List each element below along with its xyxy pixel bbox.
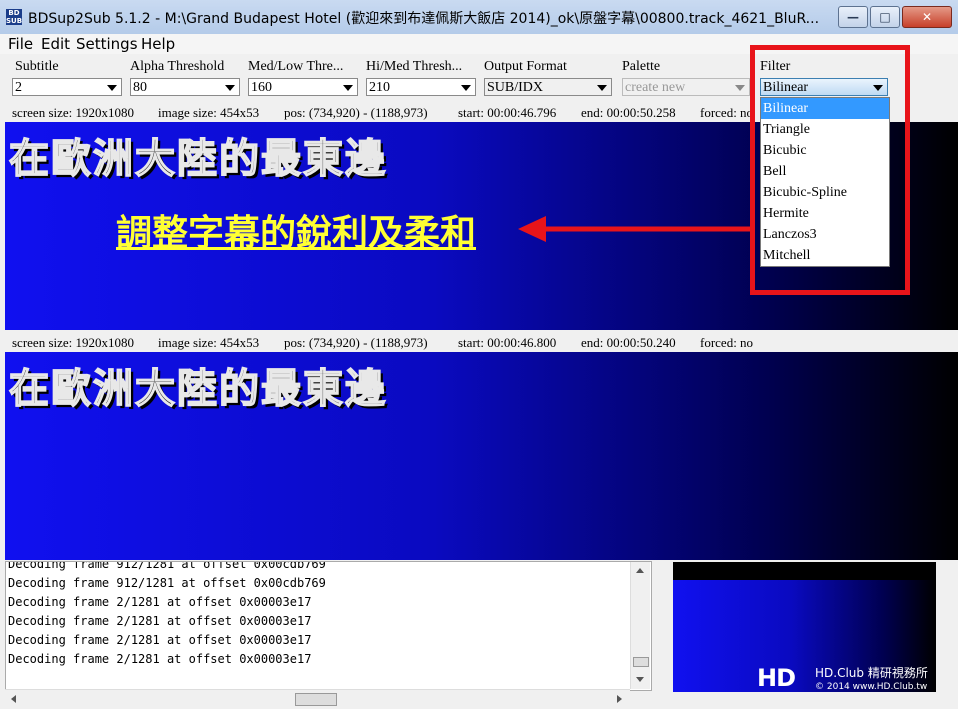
title-bar: BD SUB BDSup2Sub 5.1.2 - M:\Grand Budape… [0, 0, 958, 35]
chevron-down-icon [735, 85, 745, 91]
filter-option-mitchell[interactable]: Mitchell [761, 245, 889, 266]
palette-label: Palette [622, 59, 661, 74]
position: pos: (734,920) - (1188,973) [284, 335, 428, 350]
chevron-down-icon [461, 85, 471, 91]
palette-select[interactable]: create new [622, 78, 750, 96]
start-time: start: 00:00:46.796 [458, 105, 557, 120]
filter-option-hermite[interactable]: Hermite [761, 203, 889, 224]
output-format-select[interactable]: SUB/IDX [484, 78, 612, 96]
himed-threshold-label: Hi/Med Thresh... [366, 59, 463, 74]
filter-option-bilinear[interactable]: Bilinear [761, 98, 889, 119]
target-preview: 在歐洲大陸的最東邊 [5, 352, 958, 560]
log-line: Decoding frame 912/1281 at offset 0x00cd… [8, 561, 326, 571]
maximize-button[interactable]: □ [870, 6, 900, 28]
subtitle-select[interactable]: 2 [12, 78, 122, 96]
himed-threshold-value: 210 [369, 80, 390, 95]
watermark-copyright: © 2014 www.HD.Club.tw [815, 682, 928, 692]
scroll-thumb[interactable] [295, 693, 337, 706]
end-time: end: 00:00:50.240 [581, 335, 676, 350]
image-size: image size: 454x53 [158, 105, 260, 120]
alpha-threshold-label: Alpha Threshold [130, 59, 225, 74]
screen-size: screen size: 1920x1080 [12, 335, 135, 350]
output-format-label: Output Format [484, 59, 567, 74]
alpha-threshold-value: 80 [133, 80, 147, 95]
filter-option-triangle[interactable]: Triangle [761, 119, 889, 140]
alpha-threshold-select[interactable]: 80 [130, 78, 240, 96]
log-panel[interactable]: Decoding frame 912/1281 at offset 0x00cd… [5, 561, 652, 691]
subtitle-value: 2 [15, 80, 22, 95]
filter-option-lanczos3[interactable]: Lanczos3 [761, 224, 889, 245]
close-button[interactable]: ✕ [902, 6, 952, 28]
medlow-threshold-select[interactable]: 160 [248, 78, 358, 96]
position: pos: (734,920) - (1188,973) [284, 105, 428, 120]
image-size: image size: 454x53 [158, 335, 260, 350]
minimize-button[interactable]: — [838, 6, 868, 28]
log-horizontal-scrollbar[interactable] [5, 689, 630, 709]
close-icon: ✕ [921, 10, 933, 24]
scroll-up-icon[interactable] [636, 568, 644, 573]
himed-threshold-select[interactable]: 210 [366, 78, 476, 96]
log-vertical-scrollbar[interactable] [630, 562, 650, 689]
menu-settings[interactable]: Settings [76, 35, 138, 53]
filter-option-bell[interactable]: Bell [761, 161, 889, 182]
log-line: Decoding frame 2/1281 at offset 0x00003e… [8, 633, 312, 647]
scroll-right-icon[interactable] [617, 695, 622, 703]
medlow-threshold-value: 160 [251, 80, 272, 95]
forced-flag: forced: no [700, 105, 754, 120]
maximize-icon: □ [879, 10, 891, 24]
filter-option-bicubic-spline[interactable]: Bicubic-Spline [761, 182, 889, 203]
filter-option-bicubic[interactable]: Bicubic [761, 140, 889, 161]
annotation-arrow-icon [518, 216, 754, 242]
minimize-icon: — [847, 10, 859, 24]
log-line: Decoding frame 912/1281 at offset 0x00cd… [8, 576, 326, 590]
chevron-down-icon [343, 85, 353, 91]
log-line: Decoding frame 2/1281 at offset 0x00003e… [8, 614, 312, 628]
palette-value: create new [625, 80, 686, 95]
subtitle-label: Subtitle [15, 59, 59, 74]
app-icon: BD SUB [6, 9, 23, 25]
menu-help[interactable]: Help [141, 35, 175, 53]
subtitle-image-target: 在歐洲大陸的最東邊 [8, 364, 387, 413]
screen-size: screen size: 1920x1080 [12, 105, 135, 120]
window-title: BDSup2Sub 5.1.2 - M:\Grand Budapest Hote… [28, 11, 820, 27]
subtitle-image-source: 在歐洲大陸的最東邊 [8, 134, 387, 183]
chevron-down-icon [597, 85, 607, 91]
watermark-logo: HD [757, 664, 796, 692]
medlow-threshold-label: Med/Low Thre... [248, 59, 344, 74]
annotation-text: 調整字幕的銳利及柔和 [116, 213, 477, 254]
menu-file[interactable]: File [8, 35, 33, 53]
chevron-down-icon [225, 85, 235, 91]
info-row-target: screen size: 1920x1080 image size: 454x5… [0, 333, 958, 352]
scroll-thumb[interactable] [633, 657, 649, 667]
scroll-down-icon[interactable] [636, 677, 644, 682]
end-time: end: 00:00:50.258 [581, 105, 676, 120]
start-time: start: 00:00:46.800 [458, 335, 557, 350]
log-line: Decoding frame 2/1281 at offset 0x00003e… [8, 652, 312, 666]
menu-edit[interactable]: Edit [41, 35, 70, 53]
scroll-left-icon[interactable] [11, 695, 16, 703]
output-format-value: SUB/IDX [487, 80, 544, 95]
log-line: Decoding frame 2/1281 at offset 0x00003e… [8, 595, 312, 609]
chevron-down-icon [107, 85, 117, 91]
watermark-name: HD.Club 精研視務所 [815, 666, 928, 680]
forced-flag: forced: no [700, 335, 754, 350]
filter-dropdown-list: Bilinear Triangle Bicubic Bell Bicubic-S… [760, 97, 890, 267]
